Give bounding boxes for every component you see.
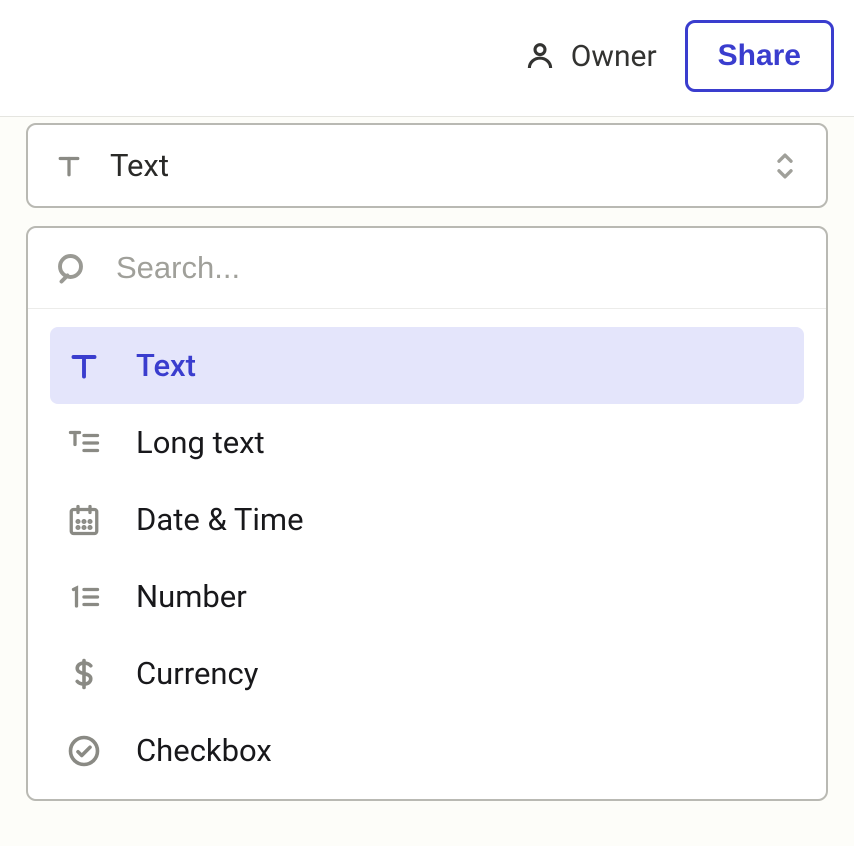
- owner-icon: [523, 39, 557, 73]
- option-label: Number: [136, 578, 247, 615]
- datetime-icon: [66, 502, 102, 538]
- option-datetime[interactable]: Date & Time: [50, 481, 804, 558]
- chevron-up-down-icon: [770, 148, 800, 184]
- text-icon: [66, 348, 102, 384]
- text-icon: [54, 151, 84, 181]
- checkbox-icon: [66, 733, 102, 769]
- owner-indicator[interactable]: Owner: [523, 39, 657, 74]
- option-checkbox[interactable]: Checkbox: [50, 712, 804, 789]
- option-number[interactable]: Number: [50, 558, 804, 635]
- option-long-text[interactable]: Long text: [50, 404, 804, 481]
- option-text[interactable]: Text: [50, 327, 804, 404]
- currency-icon: [66, 656, 102, 692]
- option-currency[interactable]: Currency: [50, 635, 804, 712]
- number-icon: [66, 579, 102, 615]
- option-label: Checkbox: [136, 732, 272, 769]
- option-label: Currency: [136, 655, 258, 692]
- field-type-selected-label: Text: [110, 147, 169, 184]
- search-input[interactable]: [116, 250, 800, 286]
- search-row: [28, 228, 826, 309]
- owner-label: Owner: [571, 39, 657, 74]
- options-list: Text Long text: [28, 309, 826, 789]
- long-text-icon: [66, 425, 102, 461]
- header-bar: Owner Share: [0, 0, 854, 117]
- content-area: Text Text: [0, 123, 854, 801]
- option-label: Date & Time: [136, 501, 304, 538]
- option-label: Text: [136, 347, 196, 384]
- option-label: Long text: [136, 424, 265, 461]
- share-button[interactable]: Share: [685, 20, 834, 92]
- field-type-dropdown: Text Long text: [26, 226, 828, 801]
- field-type-selector[interactable]: Text: [26, 123, 828, 208]
- search-icon: [54, 250, 90, 286]
